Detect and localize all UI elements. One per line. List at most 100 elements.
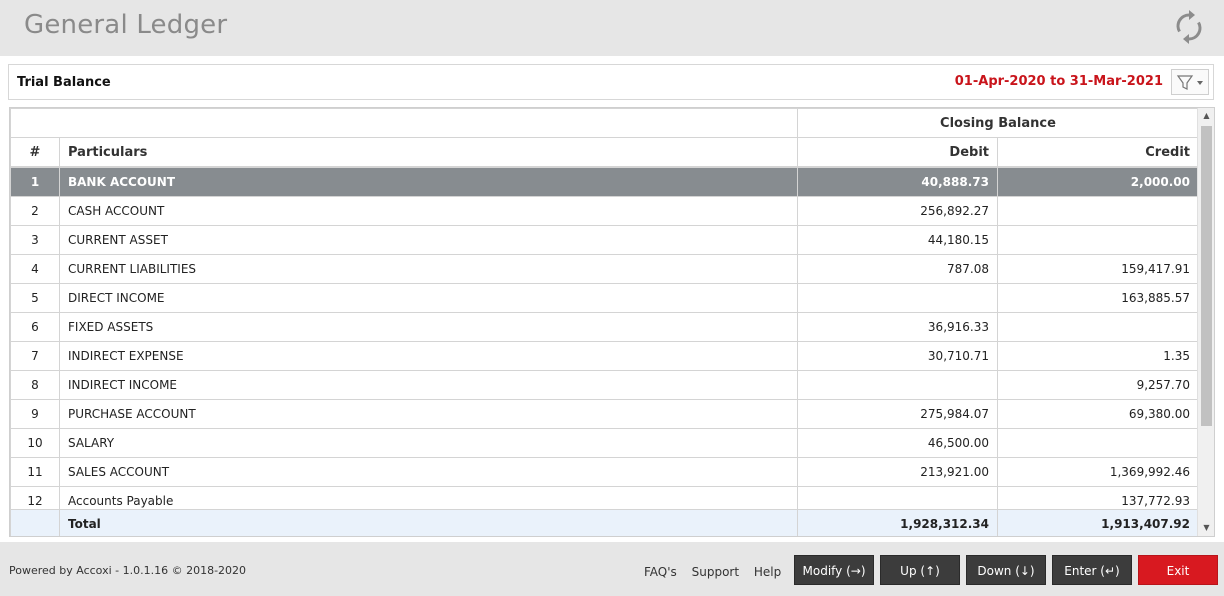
row-credit: 159,417.91 bbox=[997, 254, 1199, 284]
column-header-particulars[interactable]: Particulars bbox=[59, 137, 798, 167]
footer: Powered by Accoxi - 1.0.1.16 © 2018-2020… bbox=[0, 546, 1224, 596]
row-debit: 787.08 bbox=[797, 254, 998, 284]
row-debit: 213,921.00 bbox=[797, 457, 998, 487]
row-debit: 30,710.71 bbox=[797, 341, 998, 371]
grid-header: Closing Balance # Particulars Debit Cred… bbox=[10, 108, 1199, 167]
down-button[interactable]: Down (↓) bbox=[966, 555, 1046, 585]
row-particulars: SALARY bbox=[59, 428, 798, 458]
table-row[interactable]: 12 Accounts Payable 137,772.93 bbox=[10, 486, 1199, 509]
row-particulars: PURCHASE ACCOUNT bbox=[59, 399, 798, 429]
row-particulars: Accounts Payable bbox=[59, 486, 798, 509]
report-period: 01-Apr-2020 to 31-Mar-2021 bbox=[954, 74, 1163, 89]
grid-body: 1 BANK ACCOUNT 40,888.73 2,000.00 2 CASH ACCO… bbox=[10, 167, 1199, 509]
row-particulars: CURRENT ASSET bbox=[59, 225, 798, 255]
report-panel: Trial Balance 01-Apr-2020 to 31-Mar-2021… bbox=[0, 56, 1224, 542]
grid-total: Total 1,928,312.34 1,913,407.92 bbox=[10, 509, 1199, 536]
row-particulars: INDIRECT INCOME bbox=[59, 370, 798, 400]
row-num: 5 bbox=[10, 283, 60, 313]
support-link[interactable]: Support bbox=[692, 565, 739, 579]
total-num bbox=[10, 509, 60, 536]
total-debit: 1,928,312.34 bbox=[797, 509, 998, 536]
table-row[interactable]: 1 BANK ACCOUNT 40,888.73 2,000.00 bbox=[10, 167, 1199, 197]
row-num: 7 bbox=[10, 341, 60, 371]
row-credit: 9,257.70 bbox=[997, 370, 1199, 400]
row-debit: 46,500.00 bbox=[797, 428, 998, 458]
row-num: 8 bbox=[10, 370, 60, 400]
row-particulars: INDIRECT EXPENSE bbox=[59, 341, 798, 371]
row-debit: 44,180.15 bbox=[797, 225, 998, 255]
filter-icon bbox=[1176, 75, 1203, 90]
row-credit bbox=[997, 196, 1199, 226]
row-credit: 1,369,992.46 bbox=[997, 457, 1199, 487]
row-num: 10 bbox=[10, 428, 60, 458]
row-particulars: BANK ACCOUNT bbox=[59, 167, 798, 197]
table-row[interactable]: 11 SALES ACCOUNT 213,921.00 1,369,992.46 bbox=[10, 457, 1199, 487]
row-credit bbox=[997, 225, 1199, 255]
row-num: 9 bbox=[10, 399, 60, 429]
row-credit bbox=[997, 428, 1199, 458]
powered-by: Powered by Accoxi - 1.0.1.16 © 2018-2020 bbox=[9, 564, 247, 577]
row-debit bbox=[797, 283, 998, 313]
row-debit: 40,888.73 bbox=[797, 167, 998, 197]
group-header-blank bbox=[10, 108, 798, 138]
row-num: 11 bbox=[10, 457, 60, 487]
row-num: 6 bbox=[10, 312, 60, 342]
refresh-icon[interactable] bbox=[1174, 10, 1204, 44]
row-credit: 1.35 bbox=[997, 341, 1199, 371]
filter-button[interactable] bbox=[1171, 69, 1209, 95]
footer-links: FAQ's Support Help bbox=[644, 565, 792, 579]
total-label: Total bbox=[59, 509, 798, 536]
row-credit: 2,000.00 bbox=[997, 167, 1199, 197]
row-debit: 256,892.27 bbox=[797, 196, 998, 226]
table-row[interactable]: 9 PURCHASE ACCOUNT 275,984.07 69,380.00 bbox=[10, 399, 1199, 429]
total-row: Total 1,928,312.34 1,913,407.92 bbox=[10, 509, 1199, 536]
faq-link[interactable]: FAQ's bbox=[644, 565, 677, 579]
row-particulars: CASH ACCOUNT bbox=[59, 196, 798, 226]
vertical-scrollbar[interactable]: ▲ ▼ bbox=[1197, 108, 1214, 536]
total-credit: 1,913,407.92 bbox=[997, 509, 1199, 536]
row-particulars: SALES ACCOUNT bbox=[59, 457, 798, 487]
report-bar: Trial Balance 01-Apr-2020 to 31-Mar-2021 bbox=[8, 64, 1214, 100]
help-link[interactable]: Help bbox=[754, 565, 781, 579]
scroll-down-arrow-icon[interactable]: ▼ bbox=[1198, 520, 1214, 536]
row-credit: 137,772.93 bbox=[997, 486, 1199, 509]
up-button[interactable]: Up (↑) bbox=[880, 555, 960, 585]
closing-balance-header: Closing Balance bbox=[797, 108, 1199, 138]
trial-balance-grid: Closing Balance # Particulars Debit Cred… bbox=[9, 107, 1215, 537]
table-row[interactable]: 8 INDIRECT INCOME 9,257.70 bbox=[10, 370, 1199, 400]
row-debit bbox=[797, 370, 998, 400]
exit-button[interactable]: Exit bbox=[1138, 555, 1218, 585]
table-row[interactable]: 5 DIRECT INCOME 163,885.57 bbox=[10, 283, 1199, 313]
row-num: 4 bbox=[10, 254, 60, 284]
table-row[interactable]: 7 INDIRECT EXPENSE 30,710.71 1.35 bbox=[10, 341, 1199, 371]
column-header-num[interactable]: # bbox=[10, 137, 60, 167]
row-debit: 275,984.07 bbox=[797, 399, 998, 429]
page-title: General Ledger bbox=[24, 10, 228, 40]
column-header-debit[interactable]: Debit bbox=[797, 137, 998, 167]
row-num: 3 bbox=[10, 225, 60, 255]
table-row[interactable]: 6 FIXED ASSETS 36,916.33 bbox=[10, 312, 1199, 342]
row-num: 1 bbox=[10, 167, 60, 197]
row-debit bbox=[797, 486, 998, 509]
row-credit: 163,885.57 bbox=[997, 283, 1199, 313]
scroll-up-arrow-icon[interactable]: ▲ bbox=[1198, 108, 1214, 124]
table-row[interactable]: 2 CASH ACCOUNT 256,892.27 bbox=[10, 196, 1199, 226]
enter-button[interactable]: Enter (↵) bbox=[1052, 555, 1132, 585]
modify-button[interactable]: Modify (→) bbox=[794, 555, 874, 585]
row-particulars: CURRENT LIABILITIES bbox=[59, 254, 798, 284]
row-particulars: FIXED ASSETS bbox=[59, 312, 798, 342]
grid-body-scroll: 1 BANK ACCOUNT 40,888.73 2,000.00 2 CASH ACCO… bbox=[10, 167, 1214, 509]
row-credit bbox=[997, 312, 1199, 342]
report-title: Trial Balance bbox=[17, 75, 111, 90]
table-row[interactable]: 4 CURRENT LIABILITIES 787.08 159,417.91 bbox=[10, 254, 1199, 284]
row-credit: 69,380.00 bbox=[997, 399, 1199, 429]
row-num: 12 bbox=[10, 486, 60, 509]
row-debit: 36,916.33 bbox=[797, 312, 998, 342]
app-header: General Ledger bbox=[0, 0, 1224, 56]
table-row[interactable]: 3 CURRENT ASSET 44,180.15 bbox=[10, 225, 1199, 255]
row-num: 2 bbox=[10, 196, 60, 226]
scroll-thumb[interactable] bbox=[1201, 126, 1212, 426]
table-row[interactable]: 10 SALARY 46,500.00 bbox=[10, 428, 1199, 458]
row-particulars: DIRECT INCOME bbox=[59, 283, 798, 313]
column-header-credit[interactable]: Credit bbox=[997, 137, 1199, 167]
